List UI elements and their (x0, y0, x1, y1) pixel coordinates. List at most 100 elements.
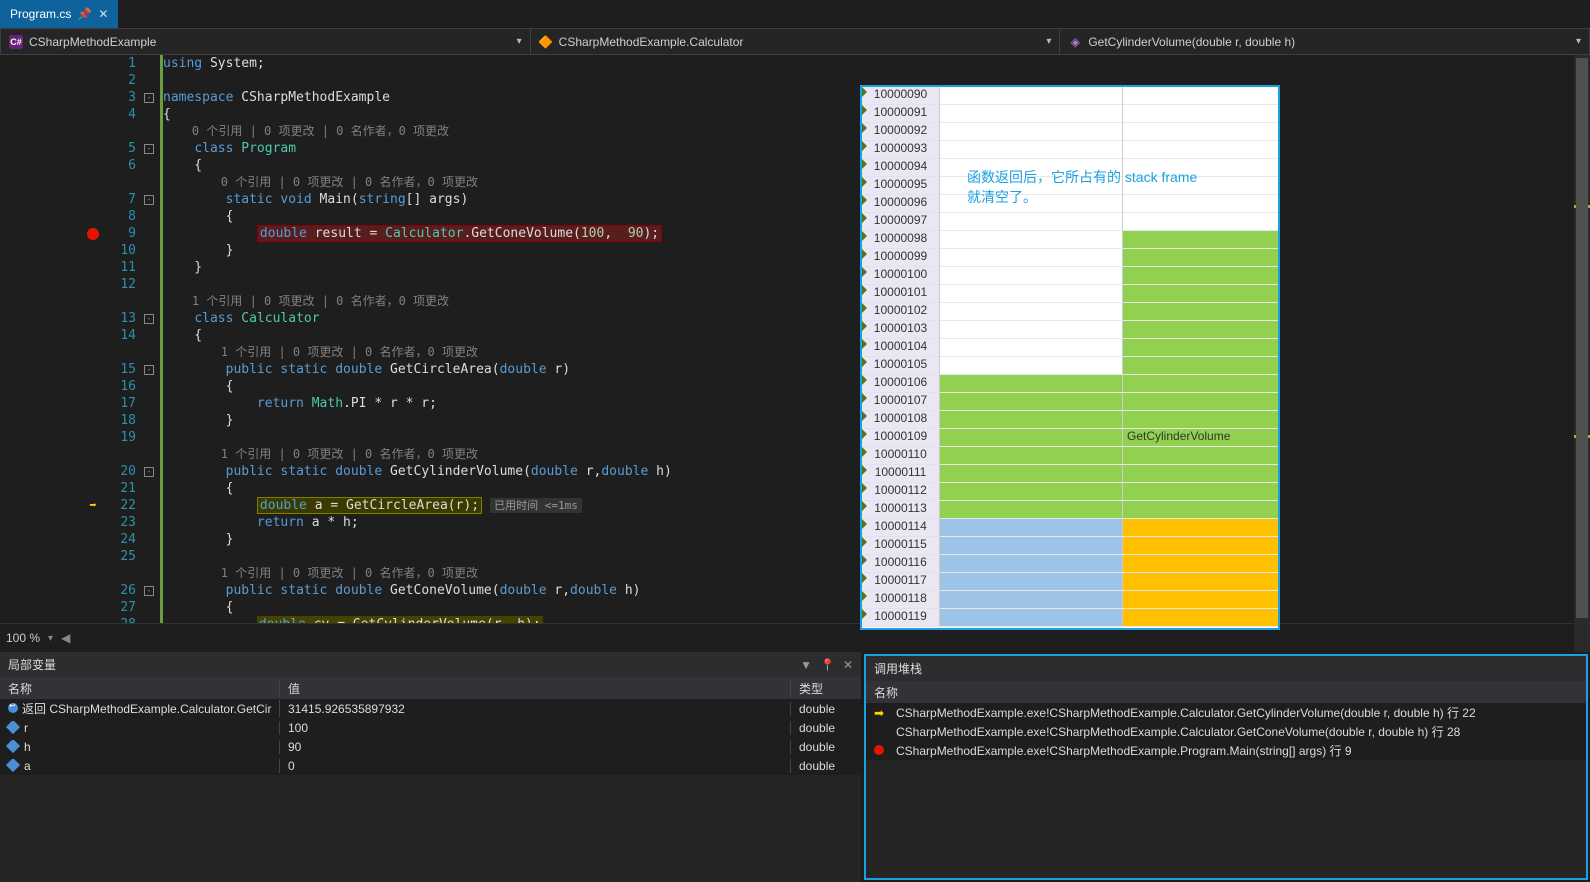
stack-cell (940, 105, 1123, 123)
close-icon[interactable]: ✕ (98, 7, 108, 21)
zoom-dropdown[interactable]: 100 % (6, 631, 40, 645)
code-line[interactable]: 17 return Math.PI * r * r; (72, 395, 1590, 412)
current-frame-icon: ➡ (874, 706, 888, 720)
stack-address: 10000094 (862, 159, 940, 177)
code-line[interactable]: 5- class Program (72, 140, 1590, 157)
stack-cell (940, 591, 1123, 609)
code-line[interactable]: 8 { (72, 208, 1590, 225)
stack-cell (940, 249, 1123, 267)
stack-address: 10000093 (862, 141, 940, 159)
fold-icon[interactable]: - (144, 586, 154, 596)
stack-cell (1123, 87, 1278, 105)
code-line[interactable]: 15- public static double GetCircleArea(d… (72, 361, 1590, 378)
code-line[interactable]: 20- public static double GetCylinderVolu… (72, 463, 1590, 480)
scope-dropdown[interactable]: C# CSharpMethodExample ▾ (1, 29, 531, 54)
code-line[interactable]: 27 { (72, 599, 1590, 616)
pin-icon[interactable]: 📍 (820, 658, 835, 672)
fold-icon[interactable]: - (144, 467, 154, 477)
pin-icon[interactable]: 📌 (77, 7, 92, 21)
fold-icon[interactable]: - (144, 365, 154, 375)
stack-address: 10000113 (862, 501, 940, 519)
code-editor[interactable]: 1using System;23-namespace CSharpMethodE… (0, 55, 1590, 652)
code-line[interactable]: 18 } (72, 412, 1590, 429)
code-line[interactable]: 25 (72, 548, 1590, 565)
stack-cell (1123, 357, 1278, 375)
line-number: 26 (114, 582, 144, 599)
var-value: 31415.926535897932 (280, 702, 791, 716)
locals-row[interactable]: a0double (0, 756, 861, 775)
code-line[interactable]: 2 (72, 72, 1590, 89)
scroll-left-icon[interactable]: ◀ (61, 631, 70, 645)
vertical-scrollbar[interactable] (1574, 55, 1590, 652)
code-line[interactable]: 4{ (72, 106, 1590, 123)
line-number: 13 (114, 310, 144, 327)
code-line[interactable]: 1using System; (72, 55, 1590, 72)
stack-row: 10000101 (862, 285, 1278, 303)
code-line[interactable]: 1 个引用 | 0 项更改 | 0 名作者，0 项更改 (72, 446, 1590, 463)
method-dropdown[interactable]: ◈ GetCylinderVolume(double r, double h) … (1060, 29, 1589, 54)
line-number: 8 (114, 208, 144, 225)
code-line[interactable]: 0 个引用 | 0 项更改 | 0 名作者，0 项更改 (72, 123, 1590, 140)
code-line[interactable]: 0 个引用 | 0 项更改 | 0 名作者，0 项更改 (72, 174, 1590, 191)
code-line[interactable]: 10 } (72, 242, 1590, 259)
var-name: a (0, 759, 280, 773)
callstack-panel: 调用堆栈 名称 ➡CSharpMethodExample.exe!CSharpM… (864, 654, 1588, 880)
locals-row[interactable]: r100double (0, 718, 861, 737)
class-dropdown[interactable]: 🔶 CSharpMethodExample.Calculator ▾ (531, 29, 1061, 54)
line-number: 17 (114, 395, 144, 412)
code-line[interactable]: 1 个引用 | 0 项更改 | 0 名作者，0 项更改 (72, 293, 1590, 310)
code-line[interactable]: 16 { (72, 378, 1590, 395)
code-line[interactable]: 26- public static double GetConeVolume(d… (72, 582, 1590, 599)
breakpoint-icon[interactable] (87, 228, 99, 240)
col-type[interactable]: 类型 (791, 680, 861, 697)
fold-icon[interactable]: - (144, 93, 154, 103)
code-line[interactable]: 13- class Calculator (72, 310, 1590, 327)
dropdown-icon[interactable]: ▼ (800, 658, 812, 672)
csharp-icon: C# (9, 35, 23, 49)
change-indicator (160, 276, 163, 293)
fold-icon[interactable]: - (144, 195, 154, 205)
code-line[interactable]: 24 } (72, 531, 1590, 548)
code-line[interactable]: 1 个引用 | 0 项更改 | 0 名作者，0 项更改 (72, 344, 1590, 361)
code-line[interactable]: 1 个引用 | 0 项更改 | 0 名作者，0 项更改 (72, 565, 1590, 582)
code-line[interactable]: 12 (72, 276, 1590, 293)
stack-cell (1123, 411, 1278, 429)
close-icon[interactable]: ✕ (843, 658, 853, 672)
col-name[interactable]: 名称 (866, 684, 1586, 701)
col-value[interactable]: 值 (280, 680, 791, 697)
stack-cell (1123, 573, 1278, 591)
code-line[interactable]: 11 } (72, 259, 1590, 276)
code-line[interactable]: 3-namespace CSharpMethodExample (72, 89, 1590, 106)
stack-cell (1123, 393, 1278, 411)
callstack-row[interactable]: ➡CSharpMethodExample.exe!CSharpMethodExa… (866, 703, 1586, 722)
locals-row[interactable]: h90double (0, 737, 861, 756)
stack-address: 10000090 (862, 87, 940, 105)
col-name[interactable]: 名称 (0, 680, 280, 697)
stack-address: 10000091 (862, 105, 940, 123)
code-line[interactable]: 21 { (72, 480, 1590, 497)
code-line[interactable]: 9 double result = Calculator.GetConeVolu… (72, 225, 1590, 242)
code-line[interactable]: 23 return a * h; (72, 514, 1590, 531)
scrollbar-thumb[interactable] (1576, 58, 1588, 618)
stack-cell (1123, 375, 1278, 393)
stack-address: 10000104 (862, 339, 940, 357)
locals-row[interactable]: 返回 CSharpMethodExample.Calculator.GetCir… (0, 699, 861, 718)
fold-icon[interactable]: - (144, 314, 154, 324)
stack-cell (1123, 303, 1278, 321)
code-line[interactable]: 14 { (72, 327, 1590, 344)
stack-row: 10000100 (862, 267, 1278, 285)
callstack-row[interactable]: CSharpMethodExample.exe!CSharpMethodExam… (866, 741, 1586, 760)
code-line[interactable]: ➡22 double a = GetCircleArea(r);已用时间 <=1… (72, 497, 1590, 514)
code-line[interactable]: 7- static void Main(string[] args) (72, 191, 1590, 208)
code-line[interactable]: 6 { (72, 157, 1590, 174)
callstack-row[interactable]: CSharpMethodExample.exe!CSharpMethodExam… (866, 722, 1586, 741)
var-type: double (791, 759, 861, 773)
code-line[interactable]: 19 (72, 429, 1590, 446)
stack-cell (940, 483, 1123, 501)
locals-panel: 局部变量 ▼ 📍 ✕ 名称 值 类型 返回 CSharpMethodExampl… (0, 652, 862, 882)
tab-program-cs[interactable]: Program.cs 📌 ✕ (0, 0, 118, 28)
change-indicator (160, 429, 163, 446)
var-type: double (791, 702, 861, 716)
fold-icon[interactable]: - (144, 144, 154, 154)
stack-cell (940, 321, 1123, 339)
